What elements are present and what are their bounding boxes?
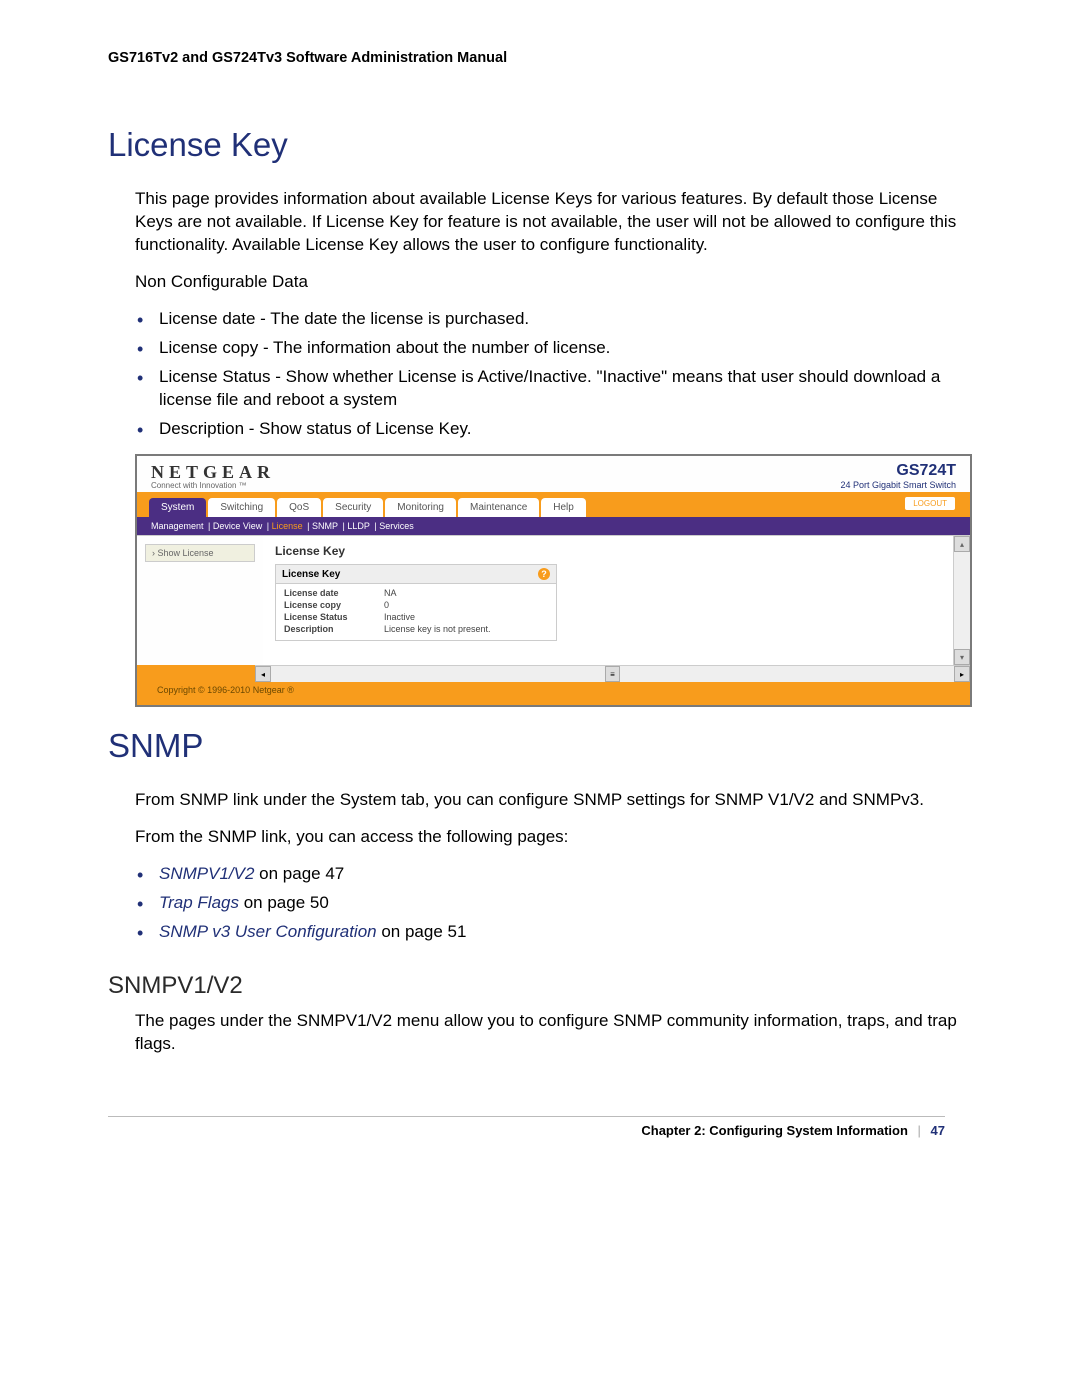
submenu-device-view[interactable]: Device View — [213, 521, 262, 531]
snmp-links-list: SNMPV1/V2 on page 47 Trap Flags on page … — [135, 863, 972, 944]
submenu-bar: Management | Device View | License | SNM… — [137, 517, 970, 535]
bullet-license-status: License Status - Show whether License is… — [135, 366, 972, 412]
brand-logo: NETGEAR — [151, 462, 275, 482]
tab-monitoring[interactable]: Monitoring — [385, 498, 456, 517]
page-footer: Chapter 2: Configuring System Informatio… — [108, 1116, 945, 1138]
bullet-license-date: License date - The date the license is p… — [135, 308, 972, 331]
snmpv1v2-para: The pages under the SNMPV1/V2 menu allow… — [135, 1010, 972, 1056]
tab-switching[interactable]: Switching — [208, 498, 275, 517]
scroll-thumb[interactable]: ≡ — [605, 666, 620, 682]
sidebar-show-license[interactable]: › Show License — [145, 544, 255, 562]
tab-security[interactable]: Security — [323, 498, 383, 517]
logout-button[interactable]: LOGOUT — [904, 496, 956, 511]
footer-chapter: Chapter 2: Configuring System Informatio… — [641, 1123, 908, 1138]
license-bullet-list: License date - The date the license is p… — [135, 308, 972, 441]
tab-help[interactable]: Help — [541, 498, 586, 517]
submenu-services[interactable]: Services — [379, 521, 414, 531]
row-license-date-value: NA — [384, 588, 548, 598]
row-license-date-label: License date — [284, 588, 384, 598]
submenu-snmp[interactable]: SNMP — [312, 521, 338, 531]
submenu-license[interactable]: License — [272, 521, 303, 531]
screenshot-copyright: Copyright © 1996-2010 Netgear ® — [137, 682, 970, 705]
vertical-scrollbar[interactable]: ▴ ▾ — [953, 536, 970, 665]
panel-main-title: License Key — [275, 544, 941, 558]
section-title-snmp: SNMP — [108, 727, 972, 765]
row-description-value: License key is not present. — [384, 624, 548, 634]
doc-header: GS716Tv2 and GS724Tv3 Software Administr… — [108, 50, 972, 66]
link-trap-flags[interactable]: Trap Flags — [159, 893, 239, 912]
row-license-status-value: Inactive — [384, 612, 548, 622]
scroll-up-icon[interactable]: ▴ — [954, 536, 970, 552]
device-model: GS724T — [896, 462, 956, 479]
scroll-right-icon[interactable]: ▸ — [954, 666, 970, 682]
help-icon[interactable]: ? — [538, 568, 550, 580]
scroll-down-icon[interactable]: ▾ — [954, 649, 970, 665]
tab-system[interactable]: System — [149, 498, 206, 517]
scroll-left-icon[interactable]: ◂ — [255, 666, 271, 682]
snmp-link-v1v2: SNMPV1/V2 on page 47 — [135, 863, 972, 886]
submenu-lldp[interactable]: LLDP — [347, 521, 370, 531]
page-number: 47 — [931, 1123, 945, 1138]
section-title-license-key: License Key — [108, 126, 972, 164]
bullet-description: Description - Show status of License Key… — [135, 418, 972, 441]
device-model-sub: 24 Port Gigabit Smart Switch — [840, 480, 956, 490]
nonconfig-label: Non Configurable Data — [135, 271, 972, 294]
embedded-screenshot: NETGEAR Connect with Innovation ™ GS724T… — [135, 454, 972, 707]
row-license-status-label: License Status — [284, 612, 384, 622]
row-description-label: Description — [284, 624, 384, 634]
snmp-link-v3user: SNMP v3 User Configuration on page 51 — [135, 921, 972, 944]
link-snmpv1v2[interactable]: SNMPV1/V2 — [159, 864, 254, 883]
link-snmpv3-user-config[interactable]: SNMP v3 User Configuration — [159, 922, 377, 941]
row-license-copy-label: License copy — [284, 600, 384, 610]
horizontal-scrollbar[interactable]: ◂ ≡ ▸ — [255, 665, 970, 682]
row-license-copy-value: 0 — [384, 600, 548, 610]
snmp-para1: From SNMP link under the System tab, you… — [135, 789, 972, 812]
tab-qos[interactable]: QoS — [277, 498, 321, 517]
brand-tagline: Connect with Innovation ™ — [151, 481, 275, 490]
subsection-title-snmpv1v2: SNMPV1/V2 — [108, 972, 972, 1000]
panel-header-label: License Key — [282, 569, 340, 580]
bullet-license-copy: License copy - The information about the… — [135, 337, 972, 360]
snmp-link-trapflags: Trap Flags on page 50 — [135, 892, 972, 915]
snmp-para2: From the SNMP link, you can access the f… — [135, 826, 972, 849]
tab-maintenance[interactable]: Maintenance — [458, 498, 539, 517]
license-key-intro: This page provides information about ava… — [135, 188, 972, 257]
submenu-management[interactable]: Management — [151, 521, 204, 531]
